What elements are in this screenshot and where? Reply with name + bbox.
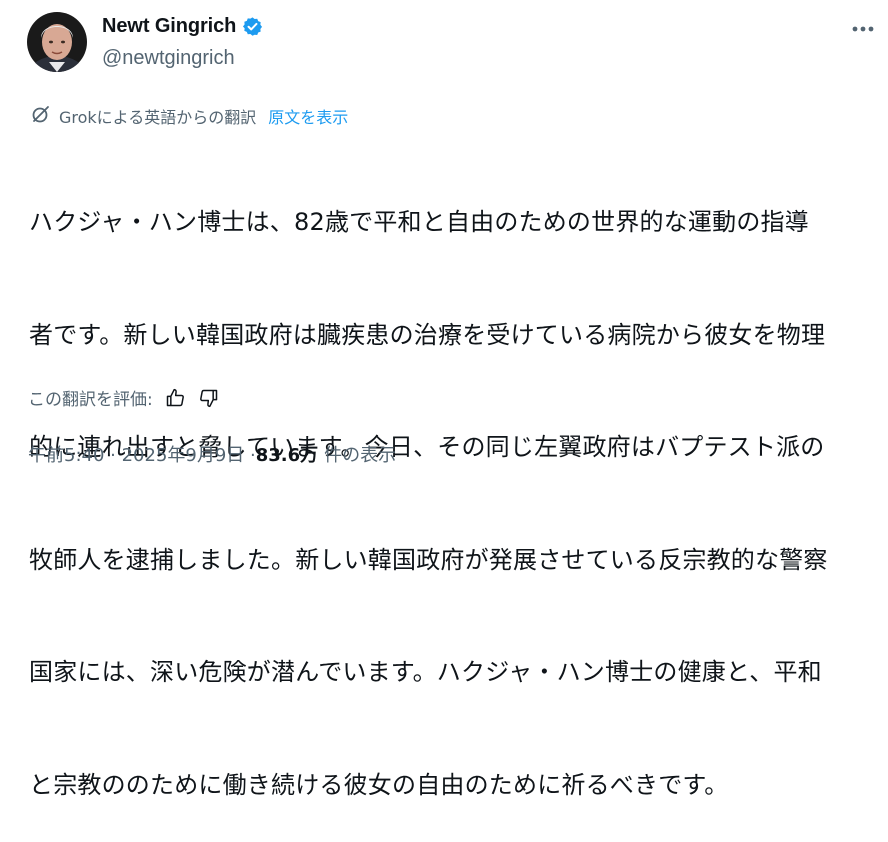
translation-row: Grokによる英語からの翻訳 原文を表示	[31, 104, 348, 128]
author-name[interactable]: Newt Gingrich	[102, 15, 236, 38]
show-original-link[interactable]: 原文を表示	[268, 104, 348, 128]
tweet-line: 牧師人を逮捕しました。新しい韓国政府が発展させている反宗教的な警察	[29, 545, 828, 574]
more-horizontal-icon[interactable]	[849, 19, 877, 39]
author-name-row[interactable]: Newt Gingrich	[102, 15, 263, 38]
verified-badge-icon	[242, 16, 263, 37]
tweet-line: 国家には、深い危険が潜んでいます。ハクジャ・ハン博士の健康と、平和	[29, 658, 822, 686]
grok-icon	[31, 104, 51, 128]
rate-label: この翻訳を評価:	[28, 390, 153, 410]
avatar[interactable]	[27, 12, 87, 72]
views-label: 件の表示	[324, 445, 397, 466]
tweet-text: ハクジャ・ハン博士は、82歳で平和と自由のための世界的な運動の指導 者です。新し…	[29, 129, 875, 842]
views-count: 83.6万	[255, 445, 319, 466]
tweet-line: 者です。新しい韓国政府は臓疾患の治療を受けている病院から彼女を物理	[29, 320, 826, 349]
thumbs-up-icon[interactable]	[163, 386, 187, 410]
tweet-timestamp[interactable]: 午前5:40 · 2025年9月9日 ·	[28, 441, 256, 467]
rate-translation-row: この翻訳を評価:	[28, 385, 221, 410]
tweet-line: と宗教ののために働き続ける彼女の自由のために祈るべきです。	[29, 770, 729, 799]
profile-photo	[27, 12, 87, 72]
translation-label: Grokによる英語からの翻訳	[59, 108, 257, 127]
tweet-meta: 午前5:40 · 2025年9月9日 · 83.6万 件の表示	[28, 441, 396, 467]
author-handle[interactable]: @newtgingrich	[102, 47, 235, 70]
thumbs-down-icon[interactable]	[197, 386, 221, 410]
tweet-line: ハクジャ・ハン博士は、82歳で平和と自由のための世界的な運動の指導	[29, 208, 809, 236]
